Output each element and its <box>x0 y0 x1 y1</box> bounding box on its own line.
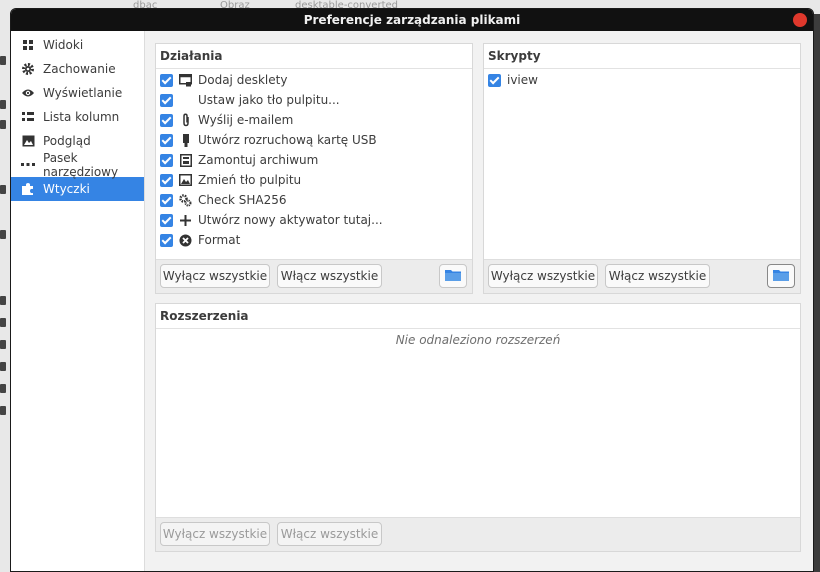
sidebar-item-label: Wtyczki <box>43 182 90 196</box>
background-icon <box>0 120 6 129</box>
extensions-enable-all-button[interactable]: Włącz wszystkie <box>277 522 382 546</box>
scripts-disable-all-button[interactable]: Wyłącz wszystkie <box>488 264 598 288</box>
background-icon <box>0 340 6 349</box>
scripts-title: Skrypty <box>484 44 800 69</box>
grid-icon <box>21 38 35 52</box>
background-icon <box>0 56 6 65</box>
action-label: Utwórz nowy aktywator tutaj... <box>198 213 383 227</box>
action-label: Zmień tło pulpitu <box>198 173 302 187</box>
action-checkbox[interactable] <box>160 153 173 167</box>
action-item[interactable]: Zmień tło pulpitu <box>156 170 472 190</box>
title-bar: Preferencje zarządzania plikami <box>11 9 813 31</box>
actions-enable-all-button[interactable]: Włącz wszystkie <box>277 264 382 288</box>
sidebar-item-widoki[interactable]: Widoki <box>11 33 144 57</box>
action-checkbox[interactable] <box>160 213 173 227</box>
folder-icon <box>772 268 790 285</box>
actions-panel: Działania Dodaj desklety Ustaw jako tło … <box>155 43 473 294</box>
scripts-panel: Skrypty iview Wyłącz wszystkie Włącz wsz… <box>483 43 801 294</box>
extensions-panel: Rozszerzenia Nie odnaleziono rozszerzeń … <box>155 303 801 552</box>
action-checkbox[interactable] <box>160 133 173 147</box>
dots-icon <box>21 158 35 172</box>
action-label: Dodaj desklety <box>198 73 288 87</box>
archive-icon <box>179 153 192 167</box>
background-icon <box>0 296 6 305</box>
sidebar-item-label: Lista kolumn <box>43 110 120 124</box>
paperclip-icon <box>179 113 192 127</box>
actions-footer: Wyłącz wszystkie Włącz wszystkie <box>156 259 472 293</box>
action-label: Utwórz rozruchową kartę USB <box>198 133 377 147</box>
action-item[interactable]: Dodaj desklety <box>156 70 472 90</box>
action-label: Wyślij e-mailem <box>198 113 294 127</box>
sidebar-item-wtyczki[interactable]: Wtyczki <box>11 177 144 201</box>
sidebar-item-label: Podgląd <box>43 134 91 148</box>
background-icon <box>0 100 6 109</box>
extensions-footer: Wyłącz wszystkie Włącz wszystkie <box>156 517 800 551</box>
sidebar-item-wyswietlanie[interactable]: Wyświetlanie <box>11 81 144 105</box>
list-icon <box>21 110 35 124</box>
action-checkbox[interactable] <box>160 193 173 207</box>
action-label: Check SHA256 <box>198 193 287 207</box>
background-icon <box>0 384 6 393</box>
sidebar-item-label: Zachowanie <box>43 62 116 76</box>
background-icon <box>0 185 6 194</box>
sidebar: Widoki Zachowanie Wyświetlanie Lista kol… <box>11 31 145 571</box>
window-title: Preferencje zarządzania plikami <box>303 13 521 27</box>
sidebar-item-lista-kolumn[interactable]: Lista kolumn <box>11 105 144 129</box>
actions-open-folder-button[interactable] <box>439 264 467 288</box>
content-area: Działania Dodaj desklety Ustaw jako tło … <box>145 31 813 571</box>
action-item[interactable]: Utwórz rozruchową kartę USB <box>156 130 472 150</box>
action-item[interactable]: Check SHA256 <box>156 190 472 210</box>
action-label: Format <box>198 233 241 247</box>
background-icon <box>0 406 6 415</box>
sidebar-item-podglad[interactable]: Podgląd <box>11 129 144 153</box>
script-checkbox[interactable] <box>488 73 501 87</box>
folder-icon <box>444 268 462 285</box>
image-icon <box>21 134 35 148</box>
sidebar-item-label: Widoki <box>43 38 84 52</box>
wallpaper-icon <box>179 174 192 187</box>
actions-title: Działania <box>156 44 472 69</box>
extensions-title: Rozszerzenia <box>156 304 800 329</box>
action-label: Zamontuj archiwum <box>198 153 319 167</box>
sidebar-item-label: Pasek narzędziowy <box>43 151 119 179</box>
desklet-icon <box>179 73 192 87</box>
eye-icon <box>21 86 35 100</box>
action-checkbox[interactable] <box>160 113 173 127</box>
gears-icon <box>179 193 192 207</box>
action-checkbox[interactable] <box>160 173 173 187</box>
action-item[interactable]: Wyślij e-mailem <box>156 110 472 130</box>
sidebar-item-pasek-narzedziowy[interactable]: Pasek narzędziowy <box>11 151 144 179</box>
sidebar-item-label: Wyświetlanie <box>43 86 123 100</box>
action-checkbox[interactable] <box>160 93 173 107</box>
scripts-enable-all-button[interactable]: Włącz wszystkie <box>605 264 710 288</box>
action-checkbox[interactable] <box>160 233 173 247</box>
actions-disable-all-button[interactable]: Wyłącz wszystkie <box>160 264 270 288</box>
action-item[interactable]: Ustaw jako tło pulpitu... <box>156 90 472 110</box>
script-label: iview <box>507 73 538 87</box>
usb-icon <box>179 133 192 147</box>
format-icon <box>179 234 192 247</box>
action-item[interactable]: Zamontuj archiwum <box>156 150 472 170</box>
preferences-dialog: Preferencje zarządzania plikami Widoki Z… <box>10 8 814 572</box>
background-icon <box>0 230 6 239</box>
background-icon <box>0 362 6 371</box>
script-item[interactable]: iview <box>484 70 800 90</box>
plus-icon <box>179 214 192 227</box>
scripts-footer: Wyłącz wszystkie Włącz wszystkie <box>484 259 800 293</box>
action-item[interactable]: Utwórz nowy aktywator tutaj... <box>156 210 472 230</box>
close-button[interactable] <box>793 13 807 27</box>
extensions-disable-all-button[interactable]: Wyłącz wszystkie <box>160 522 270 546</box>
background-icon <box>0 318 6 327</box>
extensions-empty-message: Nie odnaleziono rozszerzeń <box>395 333 561 347</box>
sidebar-item-zachowanie[interactable]: Zachowanie <box>11 57 144 81</box>
gear-icon <box>21 62 35 76</box>
puzzle-icon <box>21 182 35 196</box>
action-item[interactable]: Format <box>156 230 472 250</box>
scripts-open-folder-button[interactable] <box>767 264 795 288</box>
action-label: Ustaw jako tło pulpitu... <box>198 93 340 107</box>
action-checkbox[interactable] <box>160 73 173 87</box>
